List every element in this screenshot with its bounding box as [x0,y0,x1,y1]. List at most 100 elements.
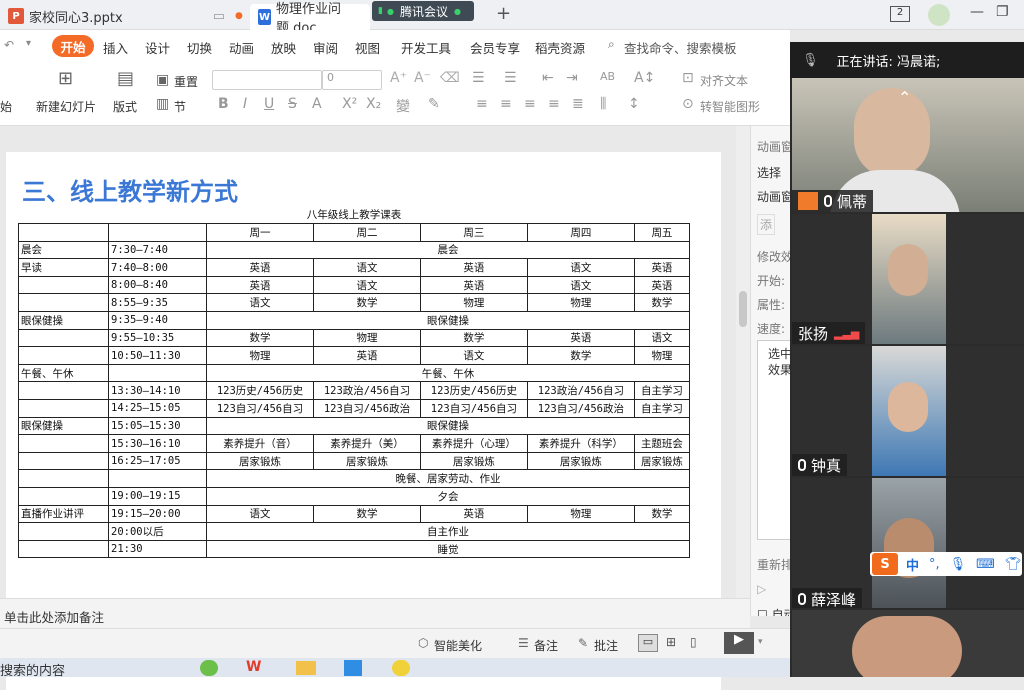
restore-icon[interactable]: ❐ [996,4,1009,20]
indent-increase-icon[interactable]: ⇥ [566,70,578,86]
tab-doc[interactable]: W 物理作业问题.doc [250,2,370,36]
ime-mode[interactable]: 中 [906,555,919,574]
app-icon-blue[interactable] [344,660,362,676]
tab-insert[interactable]: 插入 [103,38,128,57]
tab-transition[interactable]: 切换 [187,38,212,57]
keyboard-icon[interactable]: ⌨ [976,557,995,572]
bold-icon[interactable]: B [218,96,229,112]
strikethrough-icon[interactable]: S [288,96,297,112]
page-indicator[interactable]: 2 [890,6,910,22]
skin-icon[interactable]: 👕︎ [1005,557,1022,572]
new-tab-button[interactable]: + [496,3,511,24]
autopreview-checkbox[interactable]: ☐ 自动 [757,606,790,616]
play-options-icon[interactable]: ▾ [758,637,763,647]
chevron-up-icon[interactable]: ⌃ [898,88,911,107]
layout-icon[interactable]: ▤ [117,68,134,89]
italic-icon[interactable]: I [243,96,247,112]
smart-graphic-button[interactable]: 转智能图形 [700,98,760,115]
notes-pane[interactable]: 单击此处添加备注 [0,598,750,628]
monitor-icon[interactable]: ▭ [213,9,225,24]
animation-list[interactable]: 选中 效果 [757,340,790,540]
text-direction-icon[interactable]: AB [600,70,615,83]
new-slide-icon[interactable]: ⊞ [58,68,73,89]
align-text-icon[interactable]: ⊡ [682,70,694,86]
align-right-icon[interactable]: ≡ [524,96,536,112]
new-slide-button[interactable]: 新建幻灯片 [36,98,96,115]
reset-button[interactable]: 重置 [174,73,198,90]
meeting-badge[interactable]: ▮ ● 腾讯会议 ● [372,1,474,21]
numbering-icon[interactable]: ☰ [504,70,517,86]
distribute-icon[interactable]: ≣ [572,96,584,112]
taskbar-search[interactable]: 搜索的内容 [0,660,65,679]
ime-toolbar[interactable]: S 中 °, 🎙︎ ⌨ 👕︎ [870,552,1022,576]
tab-slideshow[interactable]: 放映 [271,38,296,57]
tab-review[interactable]: 审阅 [313,38,338,57]
search-icon[interactable]: ⌕ [608,37,615,52]
tab-view[interactable]: 视图 [355,38,380,57]
video-tile-1[interactable]: ⌃ 佩蒂 [792,78,1024,212]
comment-icon[interactable]: ✎ [578,636,588,650]
video-tile-2[interactable]: 张扬 ▂▃▅ [792,214,1024,344]
font-size-select[interactable]: 0 [322,70,382,90]
bullets-icon[interactable]: ☰ [472,70,485,86]
vertical-scrollbar[interactable] [736,126,750,616]
notes-icon[interactable]: ☰ [518,636,529,650]
sorter-view-icon[interactable]: ⊞ [666,635,676,649]
font-color-icon[interactable]: A [312,96,322,112]
beautify-button[interactable]: 智能美化 [434,637,482,654]
clear-format-icon[interactable]: ⌫ [440,70,460,86]
font-shrink-icon[interactable]: A⁻ [414,70,431,86]
tab-docer[interactable]: 稻壳资源 [535,38,585,57]
voice-icon[interactable]: 🎙︎ [950,557,967,572]
section-button[interactable]: 节 [174,98,186,115]
justify-icon[interactable]: ≡ [548,96,560,112]
minimize-icon[interactable]: — [970,4,984,20]
columns-icon[interactable]: ⫼ [600,96,606,112]
subscript-icon[interactable]: X₂ [366,96,381,112]
tab-pptx[interactable]: P 家校同心3.pptx ▭ ● [8,4,243,28]
video-tile-3[interactable]: 钟真 [792,346,1024,476]
align-left-icon[interactable]: ≡ [476,96,488,112]
select-pane-button[interactable]: 选择 [757,164,781,181]
superscript-icon[interactable]: X² [342,96,357,112]
mic-icon[interactable]: 🎙︎ [802,53,819,68]
add-effect-button[interactable]: 添 [757,214,776,235]
tab-member[interactable]: 会员专享 [470,38,520,57]
chevron-down-icon[interactable]: ▾ [26,38,31,49]
comments-button[interactable]: 批注 [594,637,618,654]
undo-icon[interactable]: ↶ [4,38,14,52]
underline-icon[interactable]: U [264,96,274,112]
tab-developer[interactable]: 开发工具 [401,38,451,57]
folder-icon[interactable] [296,661,316,675]
indent-decrease-icon[interactable]: ⇤ [542,70,554,86]
paragraph-spacing-icon[interactable]: ↕ [628,96,640,112]
reset-icon[interactable]: ▣ [156,72,169,88]
avatar[interactable] [928,4,950,26]
font-family-select[interactable] [212,70,322,90]
app-icon-green[interactable] [200,660,218,676]
play-slideshow-button[interactable]: ▶ [724,632,754,654]
smart-graphic-icon[interactable]: ⊙ [682,96,694,112]
beautify-icon[interactable]: ⬡ [418,636,428,650]
tab-start[interactable]: 开始 [52,35,94,57]
scroll-thumb[interactable] [739,291,747,327]
line-spacing-icon[interactable]: A↕ [634,70,655,86]
layout-button[interactable]: 版式 [113,98,137,115]
align-text-button[interactable]: 对齐文本 [700,72,748,89]
phonetic-icon[interactable]: 變 [396,96,410,116]
command-search[interactable]: 查找命令、搜索模板 [624,38,737,57]
reading-view-icon[interactable]: ▯ [690,635,697,649]
align-center-icon[interactable]: ≡ [500,96,512,112]
highlight-icon[interactable]: ✎ [428,96,440,112]
video-tile-4[interactable]: 薛泽峰 [792,478,1024,608]
tab-animation[interactable]: 动画 [229,38,254,57]
normal-view-icon[interactable]: ▭ [638,634,658,652]
app-icon-wps[interactable]: W [246,659,261,675]
notes-button[interactable]: 备注 [534,637,558,654]
video-tile-5[interactable] [792,610,1024,677]
tab-design[interactable]: 设计 [145,38,170,57]
section-icon[interactable]: ▥ [156,96,169,112]
play-icon[interactable]: ▷ [757,582,766,596]
app-icon-yellow[interactable] [392,660,410,676]
font-grow-icon[interactable]: A⁺ [390,70,407,86]
